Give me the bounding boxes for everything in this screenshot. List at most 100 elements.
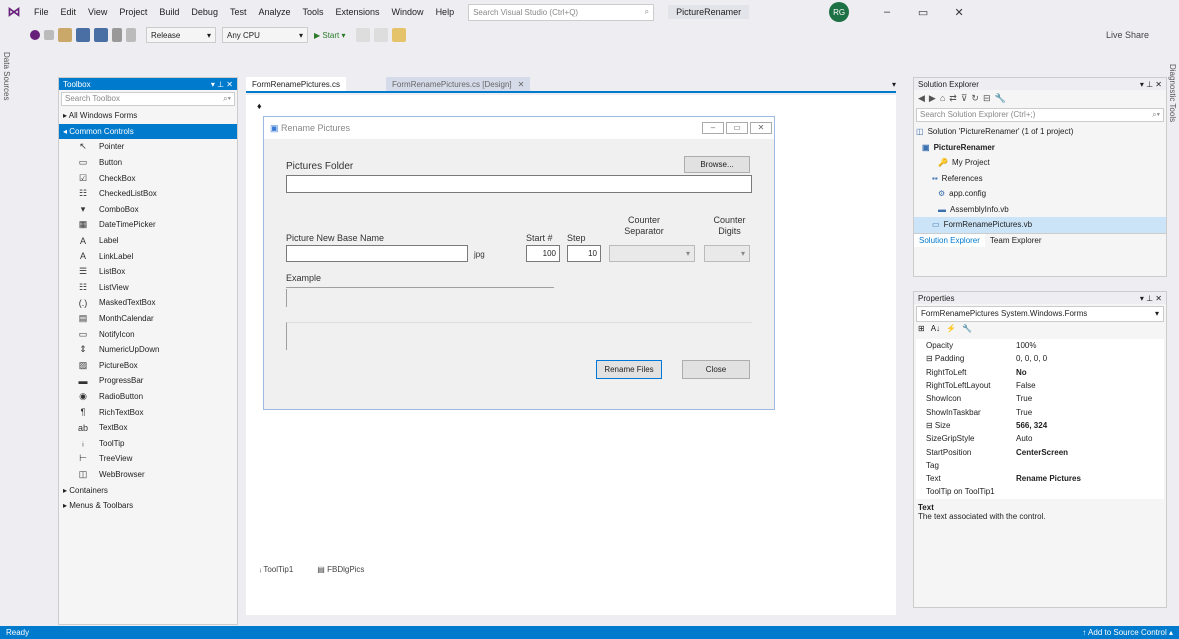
tab-solution-explorer[interactable]: Solution Explorer <box>914 233 985 247</box>
solution-tree-item[interactable]: ▬ AssemblyInfo.vb <box>914 202 1166 218</box>
toolbox-item[interactable]: ▬ ProgressBar <box>59 373 237 389</box>
solution-tree-item[interactable]: ▣ PictureRenamer <box>914 140 1166 156</box>
close-icon[interactable]: ✕ <box>518 80 525 89</box>
properties-icon[interactable]: 🔧 <box>995 93 1006 104</box>
platform-select[interactable]: Any CPU ▾ <box>222 27 308 43</box>
search-input[interactable]: Search Visual Studio (Ctrl+Q) ⌕ <box>468 3 655 21</box>
start-button[interactable]: ▶ Start ▾ <box>314 31 346 40</box>
property-row[interactable]: Tag <box>916 459 1164 472</box>
sync-icon[interactable]: ⇄ <box>949 93 957 104</box>
toolbar-misc-icon[interactable] <box>373 28 388 42</box>
menu-build[interactable]: Build <box>153 7 185 17</box>
solution-tree-item[interactable]: 🔑 My Project <box>914 155 1166 171</box>
property-value[interactable]: Auto <box>1016 434 1164 443</box>
counter-digits-select[interactable]: ▾ <box>704 245 750 262</box>
step-input[interactable]: 10 <box>567 245 601 262</box>
toolbox-item[interactable]: ☰ ListBox <box>59 264 237 280</box>
property-row[interactable]: ToolTip on ToolTip1 <box>916 485 1164 498</box>
account-avatar[interactable]: RG <box>829 2 850 22</box>
save-all-icon[interactable] <box>94 28 108 42</box>
tab-form-design[interactable]: FormRenamePictures.cs [Design] ✕ <box>386 77 531 91</box>
toolbox-item[interactable]: A Label <box>59 233 237 249</box>
close-form-button[interactable]: Close <box>682 360 750 379</box>
toolbox-item[interactable]: ab TextBox <box>59 420 237 436</box>
menu-tools[interactable]: Tools <box>297 7 330 17</box>
property-value[interactable]: 100% <box>1016 341 1164 350</box>
toolbox-item[interactable]: ▾ ComboBox <box>59 202 237 218</box>
toolbox-item[interactable]: ⊢ TreeView <box>59 451 237 467</box>
toolbox-item[interactable]: ⇕ NumericUpDown <box>59 342 237 358</box>
property-value[interactable]: True <box>1016 408 1164 417</box>
toolbox-item[interactable]: ☑ CheckBox <box>59 170 237 186</box>
toolbox-item[interactable]: ▭ NotifyIcon <box>59 326 237 342</box>
menu-edit[interactable]: Edit <box>55 7 83 17</box>
configuration-select[interactable]: Release ▾ <box>146 27 216 43</box>
toolbox-item[interactable]: ↖ Pointer <box>59 139 237 155</box>
alphabetical-icon[interactable]: A↓ <box>931 324 940 339</box>
back-icon[interactable] <box>30 30 40 40</box>
source-control-button[interactable]: ↑ Add to Source Control ▴ <box>1082 628 1173 637</box>
toolbox-item[interactable]: ᵢ ToolTip <box>59 435 237 451</box>
toolbox-item[interactable]: ▤ MonthCalendar <box>59 311 237 327</box>
toolbox-item[interactable]: ◫ WebBrowser <box>59 467 237 483</box>
toolbox-search-input[interactable]: Search Toolbox ⌕▾ <box>61 92 235 106</box>
property-row[interactable]: StartPosition CenterScreen <box>916 445 1164 458</box>
panel-controls-icon[interactable]: ▾ ⊥ ✕ <box>1140 294 1162 303</box>
new-name-input[interactable] <box>286 245 468 262</box>
visual-studio-logo-icon[interactable]: ⋈ <box>0 0 28 24</box>
pictures-folder-input[interactable] <box>286 175 752 193</box>
property-value[interactable]: No <box>1016 368 1164 377</box>
diagnostic-tools-tab[interactable]: Diagnostic Tools <box>1166 60 1179 126</box>
menu-extensions[interactable]: Extensions <box>330 7 386 17</box>
toolbox-group[interactable]: ▸ All Windows Forms <box>59 108 237 124</box>
forward-icon[interactable]: ▶ <box>929 93 936 104</box>
save-icon[interactable] <box>76 28 90 42</box>
toolbox-item[interactable]: ◉ RadioButton <box>59 389 237 405</box>
liveshare-button[interactable]: Live Share <box>1106 30 1149 40</box>
refresh-icon[interactable]: ↻ <box>971 93 979 104</box>
data-sources-tab[interactable]: Data Sources <box>0 48 13 104</box>
menu-analyze[interactable]: Analyze <box>252 7 296 17</box>
categorized-icon[interactable]: ⊞ <box>918 324 925 339</box>
toolbox-item[interactable]: ▦ DateTimePicker <box>59 217 237 233</box>
solution-tree-item[interactable]: ◫ Solution 'PictureRenamer' (1 of 1 proje… <box>914 124 1166 140</box>
toolbox-group[interactable]: ▸ Containers <box>59 482 237 498</box>
solution-search-input[interactable]: Search Solution Explorer (Ctrl+;) ⌕▾ <box>916 108 1164 122</box>
close-button[interactable]: ✕ <box>941 6 977 19</box>
start-input[interactable]: 100 <box>526 245 560 262</box>
tab-dropdown-icon[interactable]: ▾ <box>892 80 896 89</box>
minimize-button[interactable]: – <box>869 6 905 19</box>
menu-file[interactable]: File <box>28 7 55 17</box>
toolbar-misc-icon[interactable] <box>355 28 370 42</box>
open-folder-icon[interactable] <box>58 28 72 42</box>
undo-icon[interactable] <box>112 28 122 42</box>
toolbox-group[interactable]: ▸ Menus & Toolbars <box>59 498 237 514</box>
property-row[interactable]: RightToLeftLayout False <box>916 379 1164 392</box>
property-row[interactable]: ShowIcon True <box>916 392 1164 405</box>
redo-icon[interactable] <box>126 28 136 42</box>
toolbox-item[interactable]: ☷ CheckedListBox <box>59 186 237 202</box>
menu-test[interactable]: Test <box>224 7 253 17</box>
property-value[interactable]: Rename Pictures <box>1016 474 1164 483</box>
panel-controls-icon[interactable]: ▾ ⊥ ✕ <box>1140 80 1162 89</box>
folder-dialog-component[interactable]: ▤ FBDlgPics <box>317 565 364 574</box>
property-row[interactable]: ShowInTaskbar True <box>916 405 1164 418</box>
forward-icon[interactable] <box>44 30 54 40</box>
browse-button[interactable]: Browse... <box>684 156 750 173</box>
property-value[interactable]: 566, 324 <box>1016 421 1164 430</box>
property-value[interactable]: True <box>1016 394 1164 403</box>
solution-tree-item[interactable]: ⚙ app.config <box>914 186 1166 202</box>
menu-window[interactable]: Window <box>386 7 430 17</box>
property-value[interactable]: CenterScreen <box>1016 448 1164 457</box>
property-row[interactable]: SizeGripStyle Auto <box>916 432 1164 445</box>
panel-controls-icon[interactable]: ▾ ⊥ ✕ <box>211 80 233 89</box>
tab-team-explorer[interactable]: Team Explorer <box>985 234 1047 247</box>
rename-files-button[interactable]: Rename Files <box>596 360 662 379</box>
menu-debug[interactable]: Debug <box>185 7 224 17</box>
toolbox-group-common-controls[interactable]: ◂ Common Controls <box>59 123 237 140</box>
collapse-icon[interactable]: ⊟ <box>983 93 991 104</box>
property-row[interactable]: ⊟ Size 566, 324 <box>916 419 1164 432</box>
counter-separator-select[interactable]: ▾ <box>609 245 695 262</box>
property-row[interactable]: Opacity 100% <box>916 339 1164 352</box>
home-icon[interactable]: ⌂ <box>940 93 945 103</box>
